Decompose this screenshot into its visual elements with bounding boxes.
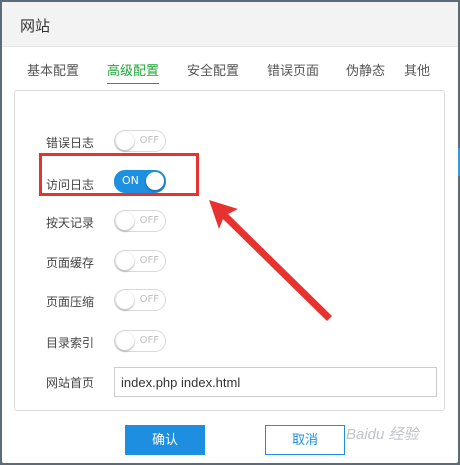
baidu-watermark: Baidu 经验 xyxy=(346,426,419,443)
cancel-button[interactable]: 取消 xyxy=(265,425,345,455)
annotation-arrow-icon xyxy=(209,200,332,321)
confirm-button[interactable]: 确认 xyxy=(125,425,205,455)
